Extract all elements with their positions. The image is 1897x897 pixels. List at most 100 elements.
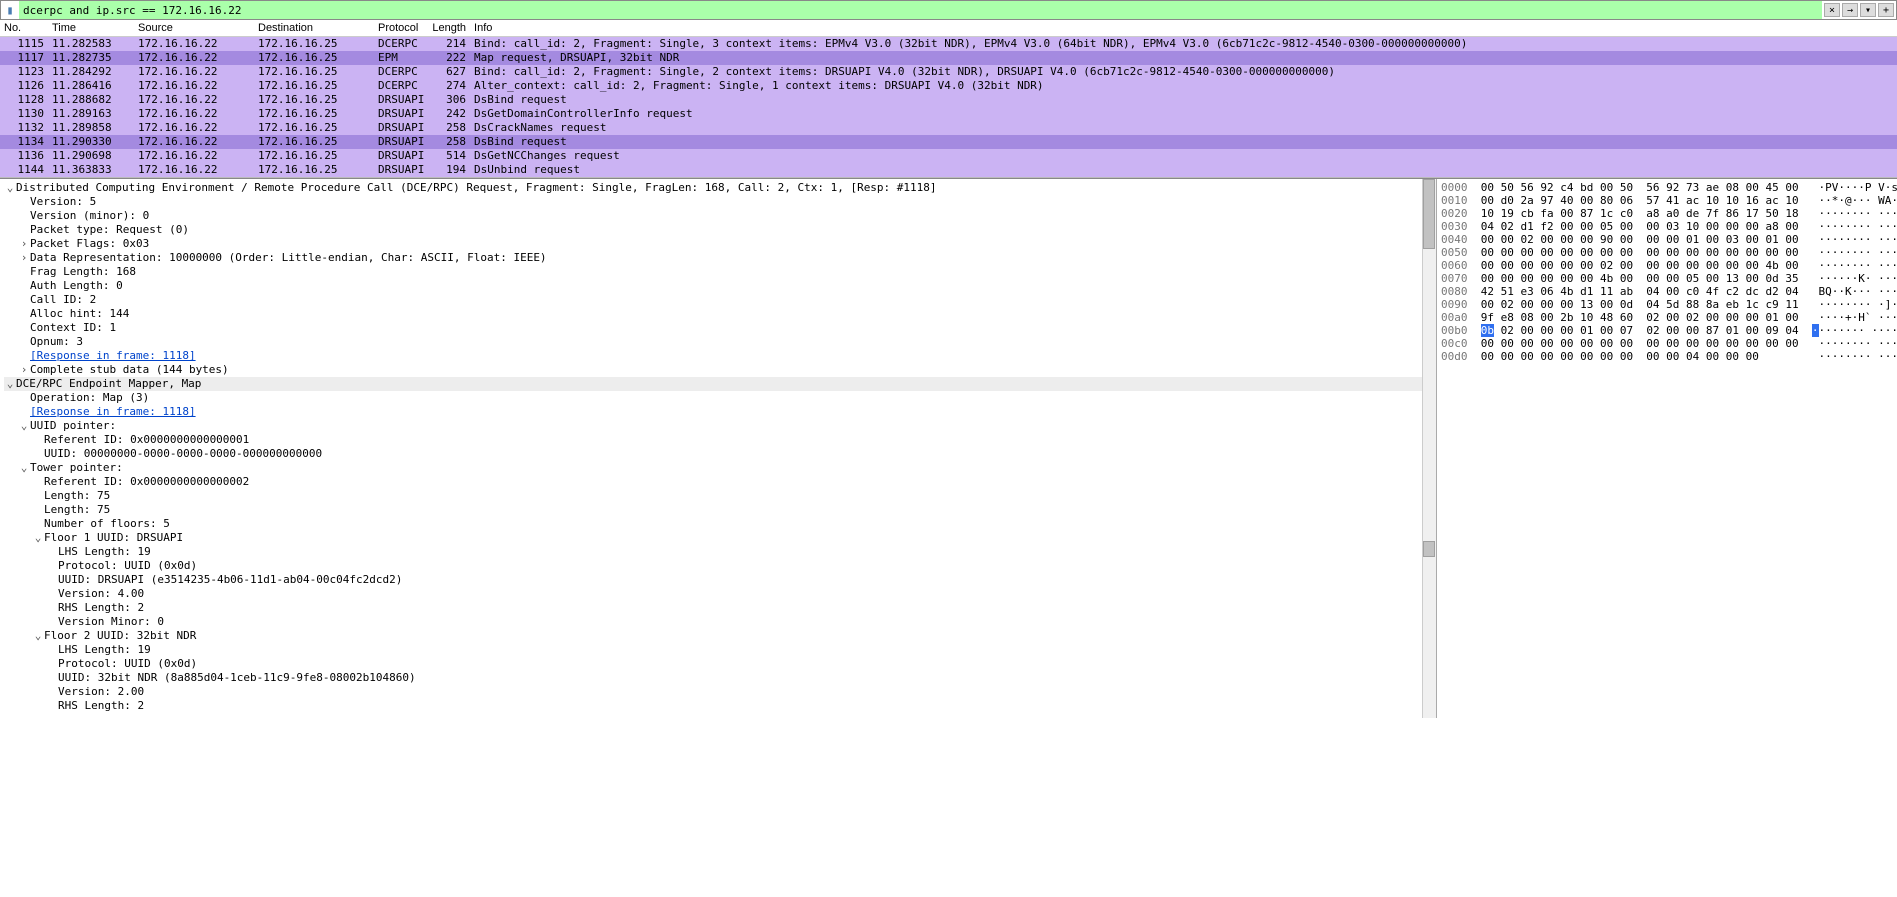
tree-item[interactable]: ·Referent ID: 0x0000000000000001 [4, 433, 1436, 447]
tree-item[interactable]: ·UUID: 32bit NDR (8a885d04-1ceb-11c9-9fe… [4, 671, 1436, 685]
dcerpc-header[interactable]: ⌄Distributed Computing Environment / Rem… [4, 181, 1436, 195]
table-row[interactable]: 113011.289163172.16.16.22172.16.16.25DRS… [0, 107, 1897, 121]
caret-open-icon[interactable]: ⌄ [18, 461, 30, 475]
caret-open-icon[interactable]: ⌄ [32, 531, 44, 545]
tree-item[interactable]: ·RHS Length: 2 [4, 699, 1436, 713]
caret-open-icon[interactable]: ⌄ [18, 419, 30, 433]
hex-row[interactable]: 0070 00 00 00 00 00 00 4b 00 00 00 05 00… [1441, 272, 1893, 285]
hex-row[interactable]: 0080 42 51 e3 06 4b d1 11 ab 04 00 c0 4f… [1441, 285, 1893, 298]
tree-item[interactable]: ·Number of floors: 5 [4, 517, 1436, 531]
table-row[interactable]: 112311.284292172.16.16.22172.16.16.25DCE… [0, 65, 1897, 79]
tree-item[interactable]: ·Version (minor): 0 [4, 209, 1436, 223]
packet-details-pane[interactable]: ⌄Distributed Computing Environment / Rem… [0, 179, 1437, 718]
tree-item[interactable]: ·Length: 75 [4, 489, 1436, 503]
hex-row[interactable]: 0060 00 00 00 00 00 00 02 00 00 00 00 00… [1441, 259, 1893, 272]
tree-item[interactable]: ›Data Representation: 10000000 (Order: L… [4, 251, 1436, 265]
hex-row[interactable]: 0050 00 00 00 00 00 00 00 00 00 00 00 00… [1441, 246, 1893, 259]
table-row[interactable]: 112611.286416172.16.16.22172.16.16.25DCE… [0, 79, 1897, 93]
column-info[interactable]: Info [470, 20, 1897, 37]
caret-open-icon[interactable]: ⌄ [4, 181, 16, 195]
tree-item[interactable]: ·Frag Length: 168 [4, 265, 1436, 279]
epm-header[interactable]: ⌄DCE/RPC Endpoint Mapper, Map [4, 377, 1436, 391]
response-frame-link[interactable]: [Response in frame: 1118] [30, 405, 196, 418]
table-row[interactable]: 111711.282735172.16.16.22172.16.16.25EPM… [0, 51, 1897, 65]
tree-item[interactable]: ·Protocol: UUID (0x0d) [4, 559, 1436, 573]
add-filter-button[interactable]: + [1878, 3, 1894, 17]
cell-no: 1130 [0, 107, 48, 121]
tree-item[interactable]: ⌄Tower pointer: [4, 461, 1436, 475]
hex-row[interactable]: 0090 00 02 00 00 00 13 00 0d 04 5d 88 8a… [1441, 298, 1893, 311]
apply-filter-button[interactable]: → [1842, 3, 1858, 17]
tree-item[interactable]: ⌄UUID pointer: [4, 419, 1436, 433]
tree-label: Length: 75 [44, 503, 110, 516]
tree-item[interactable]: ·Version Minor: 0 [4, 615, 1436, 629]
table-row[interactable]: 113611.290698172.16.16.22172.16.16.25DRS… [0, 149, 1897, 163]
column-protocol[interactable]: Protocol [374, 20, 428, 37]
tree-item[interactable]: ·Version: 2.00 [4, 685, 1436, 699]
tree-item[interactable]: ·LHS Length: 19 [4, 643, 1436, 657]
response-frame-link[interactable]: [Response in frame: 1118] [30, 349, 196, 362]
cell-no: 1144 [0, 163, 48, 177]
packet-list-table[interactable]: No. Time Source Destination Protocol Len… [0, 20, 1897, 177]
hex-row[interactable]: 0000 00 50 56 92 c4 bd 00 50 56 92 73 ae… [1441, 181, 1893, 194]
tree-item[interactable]: ·Version: 4.00 [4, 587, 1436, 601]
caret-closed-icon[interactable]: › [18, 237, 30, 251]
tree-item[interactable]: ·Operation: Map (3) [4, 391, 1436, 405]
column-destination[interactable]: Destination [254, 20, 374, 37]
tree-item[interactable]: ·UUID: DRSUAPI (e3514235-4b06-11d1-ab04-… [4, 573, 1436, 587]
tree-item[interactable]: ·RHS Length: 2 [4, 601, 1436, 615]
hex-row[interactable]: 0020 10 19 cb fa 00 87 1c c0 a8 a0 de 7f… [1441, 207, 1893, 220]
tree-item[interactable]: ·Call ID: 2 [4, 293, 1436, 307]
tree-item[interactable]: ·UUID: 00000000-0000-0000-0000-000000000… [4, 447, 1436, 461]
caret-open-icon[interactable]: ⌄ [32, 629, 44, 643]
cell-no: 1123 [0, 65, 48, 79]
table-row[interactable]: 113211.289858172.16.16.22172.16.16.25DRS… [0, 121, 1897, 135]
hex-row[interactable]: 00c0 00 00 00 00 00 00 00 00 00 00 00 00… [1441, 337, 1893, 350]
tree-item[interactable]: ›Packet Flags: 0x03 [4, 237, 1436, 251]
details-scroll-thumb[interactable] [1423, 179, 1435, 249]
details-scroll-thumb-2[interactable] [1423, 541, 1435, 557]
tree-item[interactable]: ·Version: 5 [4, 195, 1436, 209]
hex-row[interactable]: 00b0 0b 02 00 00 00 01 00 07 02 00 00 87… [1441, 324, 1893, 337]
tree-item[interactable]: ·Context ID: 1 [4, 321, 1436, 335]
table-row[interactable]: 112811.288682172.16.16.22172.16.16.25DRS… [0, 93, 1897, 107]
tree-item[interactable]: ·Alloc hint: 144 [4, 307, 1436, 321]
hex-row[interactable]: 00d0 00 00 00 00 00 00 00 00 00 00 04 00… [1441, 350, 1893, 363]
clear-filter-button[interactable]: × [1824, 3, 1840, 17]
caret-closed-icon[interactable]: › [18, 363, 30, 377]
tree-item[interactable]: ·[Response in frame: 1118] [4, 349, 1436, 363]
packet-bytes-pane[interactable]: 0000 00 50 56 92 c4 bd 00 50 56 92 73 ae… [1437, 179, 1897, 718]
column-length[interactable]: Length [428, 20, 470, 37]
caret-closed-icon[interactable]: › [18, 251, 30, 265]
hex-row[interactable]: 00a0 9f e8 08 00 2b 10 48 60 02 00 02 00… [1441, 311, 1893, 324]
table-row[interactable]: 113411.290330172.16.16.22172.16.16.25DRS… [0, 135, 1897, 149]
tree-item[interactable]: ·Auth Length: 0 [4, 279, 1436, 293]
tree-item[interactable]: ·Protocol: UUID (0x0d) [4, 657, 1436, 671]
tree-label: LHS Length: 19 [58, 545, 151, 558]
tree-item[interactable]: ·Packet type: Request (0) [4, 223, 1436, 237]
caret-open-icon[interactable]: ⌄ [4, 377, 16, 391]
cell-info: Map request, DRSUAPI, 32bit NDR [470, 51, 1897, 65]
hex-row[interactable]: 0040 00 00 02 00 00 00 90 00 00 00 01 00… [1441, 233, 1893, 246]
column-no[interactable]: No. [0, 20, 48, 37]
tree-item[interactable]: ·[Response in frame: 1118] [4, 405, 1436, 419]
hex-row[interactable]: 0010 00 d0 2a 97 40 00 80 06 57 41 ac 10… [1441, 194, 1893, 207]
column-time[interactable]: Time [48, 20, 134, 37]
details-scrollbar[interactable] [1422, 179, 1436, 718]
tree-item[interactable]: ·Length: 75 [4, 503, 1436, 517]
cell-time: 11.290330 [48, 135, 134, 149]
column-source[interactable]: Source [134, 20, 254, 37]
table-row[interactable]: 111511.282583172.16.16.22172.16.16.25DCE… [0, 37, 1897, 52]
bookmark-icon[interactable]: ▮ [1, 1, 19, 19]
hex-row[interactable]: 0030 04 02 d1 f2 00 00 05 00 00 03 10 00… [1441, 220, 1893, 233]
tree-item[interactable]: ·Opnum: 3 [4, 335, 1436, 349]
tree-label: Data Representation: 10000000 (Order: Li… [30, 251, 547, 264]
tree-item[interactable]: ⌄Floor 2 UUID: 32bit NDR [4, 629, 1436, 643]
tree-item[interactable]: ›Complete stub data (144 bytes) [4, 363, 1436, 377]
display-filter-input[interactable] [19, 1, 1822, 19]
tree-item[interactable]: ⌄Floor 1 UUID: DRSUAPI [4, 531, 1436, 545]
tree-item[interactable]: ·LHS Length: 19 [4, 545, 1436, 559]
tree-item[interactable]: ·Referent ID: 0x0000000000000002 [4, 475, 1436, 489]
table-row[interactable]: 114411.363833172.16.16.22172.16.16.25DRS… [0, 163, 1897, 177]
filter-dropdown-button[interactable]: ▾ [1860, 3, 1876, 17]
